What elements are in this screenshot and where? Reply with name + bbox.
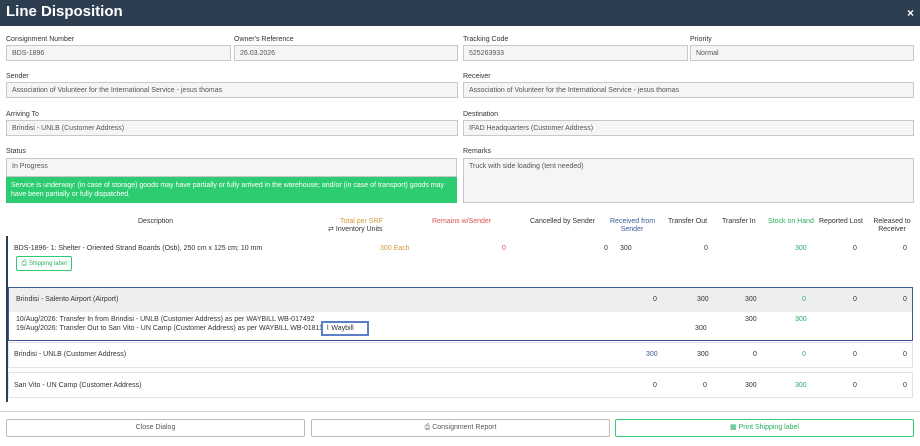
location-row-unlb <box>8 342 913 368</box>
status-field: In Progress <box>6 158 457 177</box>
location-name: San Vito - UN Camp (Customer Address) <box>14 382 142 389</box>
item-lost: 0 <box>853 245 857 252</box>
location-row-san-vito <box>8 372 913 398</box>
item-transfer-out: 0 <box>704 245 708 252</box>
header-stock-on-hand: Stock on Hand <box>768 218 814 225</box>
location-stock: 0 <box>802 351 806 358</box>
swap-icon: ⇄ <box>328 226 334 233</box>
status-alert: Service is underway: (in case of storage… <box>6 177 457 203</box>
receiver-label: Receiver <box>463 73 491 80</box>
owners-reference-field: 26.03.2026 <box>234 45 458 61</box>
header-remains-w-sender: Remains w/Sender <box>432 218 492 225</box>
header-released-to-receiver: Released to Receiver <box>873 218 911 233</box>
item-released: 0 <box>903 245 907 252</box>
item-received: 300 <box>620 245 632 252</box>
header-received-from-sender: Received from Sender <box>610 218 656 233</box>
transfer-line: 19/Aug/2026: Transfer Out to San Vito - … <box>16 325 327 332</box>
header-reported-lost: Reported Lost <box>819 218 863 225</box>
tracking-code-label: Tracking Code <box>463 36 509 43</box>
location-lost: 0 <box>853 382 857 389</box>
item-description: BDS-1896- 1: Shelter - Oriented Strand B… <box>14 245 263 252</box>
consignment-number-label: Consignment Number <box>6 36 75 43</box>
location-transfer-in: 0 <box>753 351 757 358</box>
consignment-number-field: BDS-1896 <box>6 45 231 61</box>
tracking-code-field: 525263933 <box>463 45 688 61</box>
location-transfer-out: 300 <box>697 351 709 358</box>
location-transfer-out: 300 <box>697 296 709 303</box>
dialog-titlebar: Line Disposition × <box>0 0 920 26</box>
dialog-title: Line Disposition <box>6 3 123 20</box>
transfer-line-in: 300 <box>745 316 757 323</box>
location-released: 0 <box>903 382 907 389</box>
location-transfer-out: 0 <box>703 382 707 389</box>
remarks-field: Truck with side loading (tent needed) <box>463 158 914 203</box>
location-received: 0 <box>653 382 657 389</box>
waybill-link[interactable]: ⌇ Waybill <box>321 321 369 336</box>
location-released: 0 <box>903 351 907 358</box>
location-lost: 0 <box>853 351 857 358</box>
location-header-salento <box>9 288 912 312</box>
location-released: 0 <box>903 296 907 303</box>
location-transfer-in: 300 <box>745 382 757 389</box>
header-inventory-units[interactable]: ⇄ Inventory Units <box>328 226 383 234</box>
consignment-report-button[interactable]: ⎙ Consignment Report <box>311 419 610 437</box>
close-dialog-button[interactable]: Close Dialog <box>6 419 305 437</box>
receiver-field: Association of Volunteer for the Interna… <box>463 82 914 98</box>
location-stock: 300 <box>795 382 807 389</box>
location-name: Brindisi - Salento Airport (Airport) <box>16 296 119 303</box>
shipping-label-button[interactable]: ⎙ Shipping label <box>16 256 72 271</box>
status-label: Status <box>6 148 26 155</box>
sender-field: Association of Volunteer for the Interna… <box>6 82 458 98</box>
item-total: 300 Each <box>380 245 410 252</box>
printer-icon: ⎙ <box>21 260 27 267</box>
print-shipping-label-button[interactable]: ▦ Print Shipping label <box>615 419 914 437</box>
sender-label: Sender <box>6 73 29 80</box>
location-name: Brindisi - UNLB (Customer Address) <box>14 351 127 358</box>
location-lost: 0 <box>853 296 857 303</box>
location-received: 0 <box>653 296 657 303</box>
destination-label: Destination <box>463 111 499 118</box>
remarks-label: Remarks <box>463 148 492 155</box>
location-received: 300 <box>646 351 658 358</box>
transfer-line: 10/Aug/2026: Transfer In from Brindisi -… <box>16 316 315 323</box>
header-transfer-out: Transfer Out <box>668 218 708 225</box>
header-transfer-in: Transfer In <box>722 218 756 225</box>
header-description: Description <box>138 218 174 225</box>
location-stock: 0 <box>802 296 806 303</box>
item-remains: 0 <box>502 245 506 252</box>
item-stock: 300 <box>795 245 807 252</box>
arriving-to-field: Brindisi - UNLB (Customer Address) <box>6 120 458 136</box>
priority-label: Priority <box>690 36 712 43</box>
transfer-line-stock: 300 <box>795 316 807 323</box>
destination-field: IFAD Headquarters (Customer Address) <box>463 120 914 136</box>
item-cancelled: 0 <box>604 245 608 252</box>
arriving-to-label: Arriving To <box>6 111 39 118</box>
location-transfer-in: 300 <box>745 296 757 303</box>
printer-icon: ⎙ <box>424 424 431 431</box>
priority-field: Normal <box>690 45 914 61</box>
header-total-per-srf: Total per SRF <box>340 218 383 225</box>
close-icon[interactable]: × <box>907 6 914 20</box>
paperclip-icon: ⌇ <box>326 325 330 332</box>
owners-reference-label: Owner's Reference <box>234 36 294 43</box>
header-cancelled-by-sender: Cancelled by Sender <box>530 218 595 225</box>
transfer-line-out: 300 <box>695 325 707 332</box>
footer-divider <box>0 411 920 412</box>
qr-code-icon: ▦ <box>730 424 737 431</box>
